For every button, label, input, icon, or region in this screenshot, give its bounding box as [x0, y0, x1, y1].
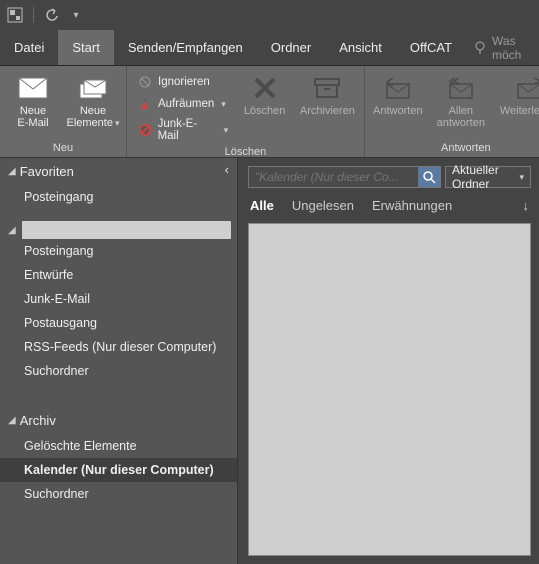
reply-icon: [382, 74, 414, 102]
group-label-neu: Neu: [6, 140, 120, 157]
filter-ungelesen[interactable]: Ungelesen: [292, 198, 354, 213]
ribbon: Neue E-Mail Neue Elemente▾ Neu Ignoriere…: [0, 66, 539, 158]
folder-pane: ◢ Favoriten ‹ Posteingang ◢ Posteingang …: [0, 158, 238, 564]
fav-posteingang[interactable]: Posteingang: [0, 185, 237, 209]
neue-elemente-label: Neue Elemente▾: [66, 105, 119, 129]
archiv-header[interactable]: ◢ Archiv: [0, 407, 237, 434]
junk-button[interactable]: Junk-E-Mail ▾: [133, 116, 232, 144]
app-icon: [6, 6, 24, 24]
tab-senden-empfangen[interactable]: Senden/Empfangen: [114, 30, 257, 65]
search-box[interactable]: [248, 166, 441, 188]
aufraeumen-label: Aufräumen: [158, 98, 214, 110]
folder-posteingang[interactable]: Posteingang: [0, 239, 237, 263]
tab-start[interactable]: Start: [58, 30, 113, 65]
delete-x-icon: [249, 74, 281, 102]
loeschen-button[interactable]: Löschen: [238, 70, 291, 117]
filter-row: Alle Ungelesen Erwähnungen ↓: [248, 194, 531, 217]
folder-archiv-suchordner[interactable]: Suchordner: [0, 482, 237, 506]
junk-icon: [137, 122, 153, 138]
undo-icon[interactable]: [43, 6, 61, 24]
search-scope-dropdown[interactable]: Aktueller Ordner ▾: [445, 166, 531, 188]
neue-email-button[interactable]: Neue E-Mail: [6, 70, 60, 129]
search-icon: [422, 170, 436, 184]
ribbon-tabs: Datei Start Senden/Empfangen Ordner Ansi…: [0, 30, 539, 66]
tab-ansicht[interactable]: Ansicht: [325, 30, 396, 65]
ribbon-group-antworten: Antworten Allen antworten Weiterleiten A…: [365, 66, 539, 157]
tab-datei[interactable]: Datei: [0, 30, 58, 65]
folder-junk[interactable]: Junk-E-Mail: [0, 287, 237, 311]
loeschen-label: Löschen: [244, 105, 286, 117]
caret-down-icon: ◢: [8, 415, 16, 426]
neue-email-label: Neue E-Mail: [17, 105, 48, 129]
account-header[interactable]: ◢: [0, 221, 237, 239]
antworten-label: Antworten: [373, 105, 423, 117]
archivieren-button[interactable]: Archivieren: [297, 70, 358, 117]
weiterleiten-label: Weiterleiten: [500, 105, 539, 117]
message-list[interactable]: [248, 223, 531, 556]
folder-kalender[interactable]: Kalender (Nur dieser Computer): [0, 458, 237, 482]
archive-icon: [311, 74, 343, 102]
mail-icon: [17, 74, 49, 102]
archiv-label: Archiv: [20, 413, 56, 428]
folder-rss[interactable]: RSS-Feeds (Nur dieser Computer): [0, 335, 237, 359]
folder-geloescht[interactable]: Gelöschte Elemente: [0, 434, 237, 458]
antworten-button[interactable]: Antworten: [371, 70, 425, 117]
cleanup-icon: [137, 96, 153, 112]
collapse-pane-icon[interactable]: ‹: [225, 162, 229, 177]
ignorieren-label: Ignorieren: [158, 76, 210, 88]
favoriten-header[interactable]: ◢ Favoriten ‹: [0, 158, 237, 185]
chevron-down-icon: ▾: [519, 172, 524, 183]
lightbulb-icon: [474, 41, 486, 55]
folder-postausgang[interactable]: Postausgang: [0, 311, 237, 335]
ribbon-group-neu: Neue E-Mail Neue Elemente▾ Neu: [0, 66, 127, 157]
sort-button[interactable]: ↓: [523, 198, 530, 213]
weiterleiten-button[interactable]: Weiterleiten: [497, 70, 539, 117]
qat-customize-icon[interactable]: ▾: [67, 6, 85, 24]
qat-separator: [33, 7, 34, 23]
ignore-icon: [137, 74, 153, 90]
new-items-icon: [77, 74, 109, 102]
neue-elemente-button[interactable]: Neue Elemente▾: [66, 70, 120, 129]
account-name-redacted: [22, 221, 231, 239]
filter-erwaehnungen[interactable]: Erwähnungen: [372, 198, 452, 213]
folder-suchordner[interactable]: Suchordner: [0, 359, 237, 383]
allen-antworten-button[interactable]: Allen antworten: [431, 70, 491, 129]
filter-alle[interactable]: Alle: [250, 198, 274, 213]
search-go-button[interactable]: [418, 167, 440, 187]
chevron-down-icon: ▾: [221, 99, 226, 110]
group-label-antworten: Antworten: [371, 140, 539, 157]
chevron-down-icon: ▾: [224, 125, 229, 136]
tell-me[interactable]: Was möch: [466, 30, 539, 65]
search-input[interactable]: [249, 170, 418, 184]
folder-entwuerfe[interactable]: Entwürfe: [0, 263, 237, 287]
aufraeumen-button[interactable]: Aufräumen ▾: [133, 94, 232, 114]
junk-label: Junk-E-Mail: [158, 118, 217, 142]
title-bar: ▾: [0, 0, 539, 30]
ignorieren-button[interactable]: Ignorieren: [133, 72, 232, 92]
tell-me-text: Was möch: [492, 34, 531, 62]
search-scope-label: Aktueller Ordner: [452, 163, 511, 191]
caret-down-icon: ◢: [8, 225, 16, 236]
search-row: Aktueller Ordner ▾: [248, 166, 531, 188]
tab-ordner[interactable]: Ordner: [257, 30, 325, 65]
ribbon-group-loeschen: Ignorieren Aufräumen ▾ Junk-E-Mail ▾ Lös…: [127, 66, 365, 157]
main-area: ◢ Favoriten ‹ Posteingang ◢ Posteingang …: [0, 158, 539, 564]
allen-antworten-label: Allen antworten: [437, 105, 485, 129]
forward-icon: [513, 74, 539, 102]
content-pane: Aktueller Ordner ▾ Alle Ungelesen Erwähn…: [238, 158, 539, 564]
favoriten-label: Favoriten: [20, 164, 74, 179]
archivieren-label: Archivieren: [300, 105, 355, 117]
caret-down-icon: ◢: [8, 166, 16, 177]
reply-all-icon: [445, 74, 477, 102]
tab-offcat[interactable]: OffCAT: [396, 30, 466, 65]
